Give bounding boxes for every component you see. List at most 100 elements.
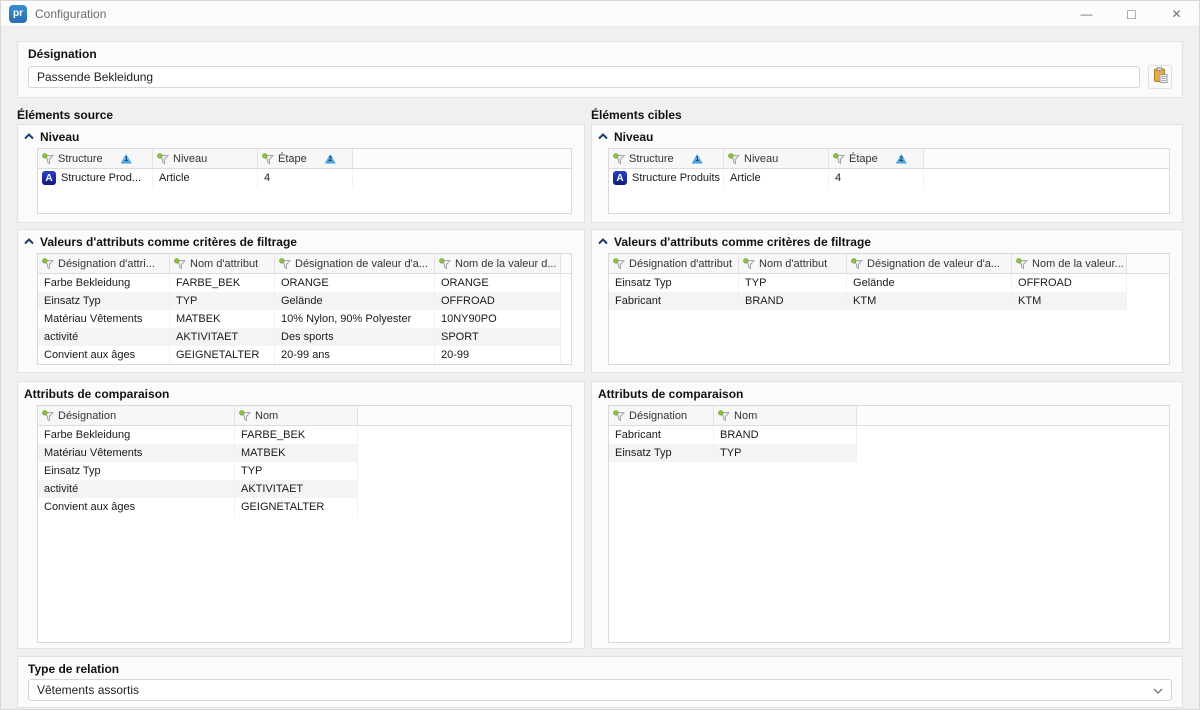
- column-header-label: Niveau: [744, 153, 778, 165]
- column-header[interactable]: Désignation de valeur d'a...: [275, 254, 435, 273]
- filter-icon[interactable]: [42, 258, 54, 270]
- chevron-down-icon: [1153, 683, 1163, 697]
- column-header-etape[interactable]: Étape 2: [258, 149, 353, 168]
- cell-niveau: Article: [153, 169, 258, 187]
- cell-structure: Structure Prod...: [61, 172, 141, 184]
- table-row[interactable]: Einsatz TypTYPGeländeOFFROAD: [38, 292, 571, 310]
- table-row[interactable]: Farbe BekleidungFARBE_BEKORANGEORANGE: [38, 274, 571, 292]
- target-column: Éléments cibles Niveau Structure: [591, 108, 1183, 649]
- column-header-filler: [857, 406, 1169, 425]
- target-filter-panel: Valeurs d'attributs comme critères de fi…: [591, 229, 1183, 373]
- source-column: Éléments source Niveau Structure: [17, 108, 585, 649]
- column-header-filler: [358, 406, 571, 425]
- filter-icon[interactable]: [1016, 258, 1028, 270]
- column-header-label: Désignation de valeur d'a...: [295, 258, 428, 270]
- column-header-label: Nom de la valeur d...: [455, 258, 557, 270]
- column-header[interactable]: Désignation d'attribut: [609, 254, 739, 273]
- relation-label: Type de relation: [28, 662, 1172, 676]
- filter-icon[interactable]: [743, 258, 755, 270]
- filter-icon[interactable]: [279, 258, 291, 270]
- group-header-label: Valeurs d'attributs comme critères de fi…: [614, 235, 871, 249]
- group-header-label: Attributs de comparaison: [598, 387, 743, 401]
- column-header[interactable]: Désignation de valeur d'a...: [847, 254, 1012, 273]
- target-niveau-table: Structure 1 Niveau Étape 2: [608, 148, 1170, 214]
- column-header-label: Structure: [629, 153, 674, 165]
- filter-icon[interactable]: [439, 258, 451, 270]
- table-row[interactable]: Matériau VêtementsMATBEK: [38, 444, 571, 462]
- target-title: Éléments cibles: [591, 108, 1183, 124]
- filter-icon[interactable]: [42, 153, 54, 165]
- column-header-filler: [561, 254, 571, 273]
- source-niveau-panel: Niveau Structure 1 Niveau: [17, 124, 585, 223]
- group-header-label: Valeurs d'attributs comme critères de fi…: [40, 235, 297, 249]
- column-header-filler: [1127, 254, 1169, 273]
- filter-icon[interactable]: [613, 410, 625, 422]
- table-row[interactable]: AStructure Produits Article 4: [609, 169, 1169, 187]
- article-icon: A: [613, 171, 627, 185]
- column-header-structure[interactable]: Structure 1: [609, 149, 724, 168]
- table-row[interactable]: Convient aux âgesGEIGNETALTER: [38, 498, 571, 516]
- cell-niveau: Article: [724, 169, 829, 187]
- column-header-niveau[interactable]: Niveau: [724, 149, 829, 168]
- group-header-label: Niveau: [614, 130, 653, 144]
- column-header[interactable]: Désignation: [609, 406, 714, 425]
- column-header[interactable]: Désignation: [38, 406, 235, 425]
- target-filter-table: Désignation d'attribut Nom d'attribut Dé…: [608, 253, 1170, 365]
- table-row[interactable]: A Structure Prod... Article 4: [38, 169, 571, 187]
- maximize-button[interactable]: □: [1109, 1, 1154, 26]
- column-header[interactable]: Nom de la valeur...: [1012, 254, 1127, 273]
- column-header[interactable]: Nom d'attribut: [739, 254, 847, 273]
- source-filter-header[interactable]: Valeurs d'attributs comme critères de fi…: [18, 230, 584, 251]
- table-row[interactable]: Einsatz TypTYP: [38, 462, 571, 480]
- designation-input[interactable]: [28, 66, 1140, 88]
- table-row[interactable]: Matériau VêtementsMATBEK10% Nylon, 90% P…: [38, 310, 571, 328]
- filter-icon[interactable]: [42, 410, 54, 422]
- column-header[interactable]: Nom: [714, 406, 857, 425]
- paste-button[interactable]: [1148, 65, 1172, 89]
- table-row[interactable]: Convient aux âgesGEIGNETALTER20-99 ans20…: [38, 346, 571, 364]
- table-row[interactable]: activitéAKTIVITAET: [38, 480, 571, 498]
- filter-icon[interactable]: [833, 153, 845, 165]
- filter-icon[interactable]: [613, 153, 625, 165]
- designation-panel: Désignation: [17, 41, 1183, 98]
- table-row[interactable]: Farbe BekleidungFARBE_BEK: [38, 426, 571, 444]
- filter-icon[interactable]: [718, 410, 730, 422]
- table-row[interactable]: FabricantBRANDKTMKTM: [609, 292, 1169, 310]
- column-header-label: Étape: [278, 153, 307, 165]
- target-comparison-header: Attributs de comparaison: [592, 382, 1182, 403]
- target-niveau-header[interactable]: Niveau: [592, 125, 1182, 146]
- filter-icon[interactable]: [613, 258, 625, 270]
- target-filter-header[interactable]: Valeurs d'attributs comme critères de fi…: [592, 230, 1182, 251]
- filter-icon[interactable]: [157, 153, 169, 165]
- configuration-window: pr Configuration — □ ✕ Désignation: [0, 0, 1200, 710]
- cell-etape: 4: [258, 169, 353, 187]
- filter-icon[interactable]: [239, 410, 251, 422]
- chevron-up-icon: [598, 238, 608, 245]
- filter-icon[interactable]: [728, 153, 740, 165]
- table-row[interactable]: FabricantBRAND: [609, 426, 1169, 444]
- column-header-label: Nom d'attribut: [190, 258, 258, 270]
- column-header[interactable]: Nom d'attribut: [170, 254, 275, 273]
- article-icon: A: [42, 171, 56, 185]
- filter-icon[interactable]: [262, 153, 274, 165]
- source-niveau-header[interactable]: Niveau: [18, 125, 584, 146]
- column-header[interactable]: Désignation d'attri...: [38, 254, 170, 273]
- column-header-filler: [924, 149, 1169, 168]
- relation-combobox[interactable]: Vêtements assortis: [28, 679, 1172, 701]
- minimize-button[interactable]: —: [1064, 1, 1109, 26]
- column-header-label: Niveau: [173, 153, 207, 165]
- close-button[interactable]: ✕: [1154, 1, 1199, 26]
- window-title: Configuration: [35, 7, 106, 21]
- table-row[interactable]: Einsatz TypTYP: [609, 444, 1169, 462]
- column-header-label: Désignation: [58, 410, 116, 422]
- column-header-structure[interactable]: Structure 1: [38, 149, 153, 168]
- table-row[interactable]: Einsatz TypTYPGeländeOFFROAD: [609, 274, 1169, 292]
- column-header[interactable]: Nom de la valeur d...: [435, 254, 561, 273]
- column-header[interactable]: Nom: [235, 406, 358, 425]
- filter-icon[interactable]: [174, 258, 186, 270]
- column-header-niveau[interactable]: Niveau: [153, 149, 258, 168]
- filter-icon[interactable]: [851, 258, 863, 270]
- column-header-etape[interactable]: Étape 2: [829, 149, 924, 168]
- column-header-label: Désignation d'attri...: [58, 258, 155, 270]
- table-row[interactable]: activitéAKTIVITAETDes sportsSPORT: [38, 328, 571, 346]
